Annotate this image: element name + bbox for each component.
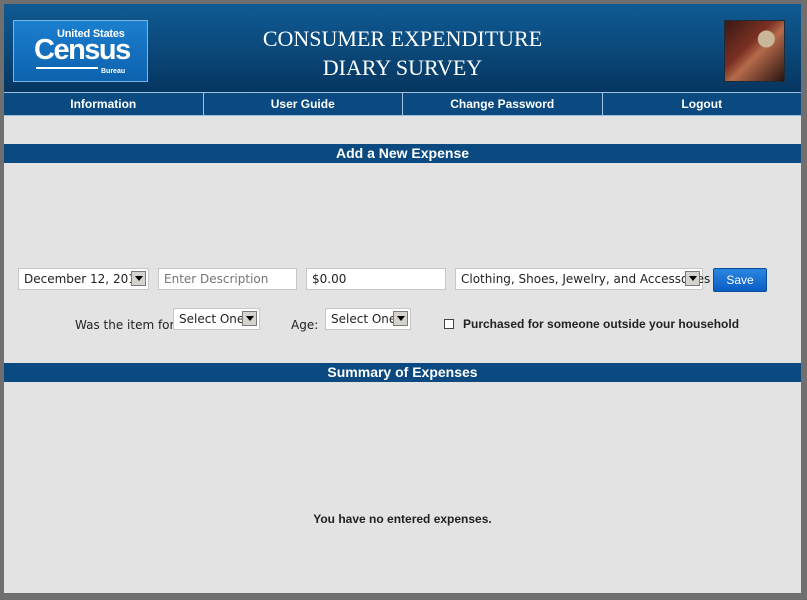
chevron-down-icon[interactable] [131, 271, 146, 286]
header: United States Census Bureau CONSUMER EXP… [4, 4, 801, 92]
nav-change-password[interactable]: Change Password [403, 93, 603, 115]
title-line1: CONSUMER EXPENDITURE [262, 26, 543, 51]
age-value: Select One [331, 312, 397, 326]
nav-bar: Information User Guide Change Password L… [4, 92, 801, 116]
age-label: Age: [291, 318, 319, 332]
outside-household-label: Purchased for someone outside your house… [463, 317, 740, 331]
save-button[interactable]: Save [713, 268, 767, 292]
age-select[interactable]: Select One [325, 308, 411, 330]
chevron-down-icon[interactable] [393, 311, 408, 326]
outside-household-checkbox[interactable] [444, 319, 454, 329]
chevron-down-icon[interactable] [242, 311, 257, 326]
nav-logout[interactable]: Logout [603, 93, 802, 115]
page-title: CONSUMER EXPENDITURE DIARY SURVEY [4, 24, 801, 82]
date-select[interactable]: December 12, 2014 [18, 268, 149, 290]
item-for-label: Was the item for: [75, 318, 179, 332]
empty-expenses-message: You have no entered expenses. [313, 512, 492, 526]
description-input[interactable] [158, 268, 297, 290]
nav-user-guide[interactable]: User Guide [204, 93, 403, 115]
item-for-select[interactable]: Select One [173, 308, 260, 330]
category-value: Clothing, Shoes, Jewelry, and Accessorie… [461, 272, 711, 286]
date-value: December 12, 2014 [24, 272, 144, 286]
wallet-photo [724, 20, 785, 82]
amount-input[interactable] [306, 268, 446, 290]
nav-information[interactable]: Information [4, 93, 204, 115]
add-expense-heading: Add a New Expense [4, 144, 801, 163]
category-select[interactable]: Clothing, Shoes, Jewelry, and Accessorie… [455, 268, 710, 290]
item-for-value: Select One [179, 312, 245, 326]
app-window: United States Census Bureau CONSUMER EXP… [4, 4, 801, 593]
title-line2: DIARY SURVEY [322, 55, 483, 80]
summary-heading: Summary of Expenses [4, 363, 801, 382]
chevron-down-icon[interactable] [685, 271, 700, 286]
